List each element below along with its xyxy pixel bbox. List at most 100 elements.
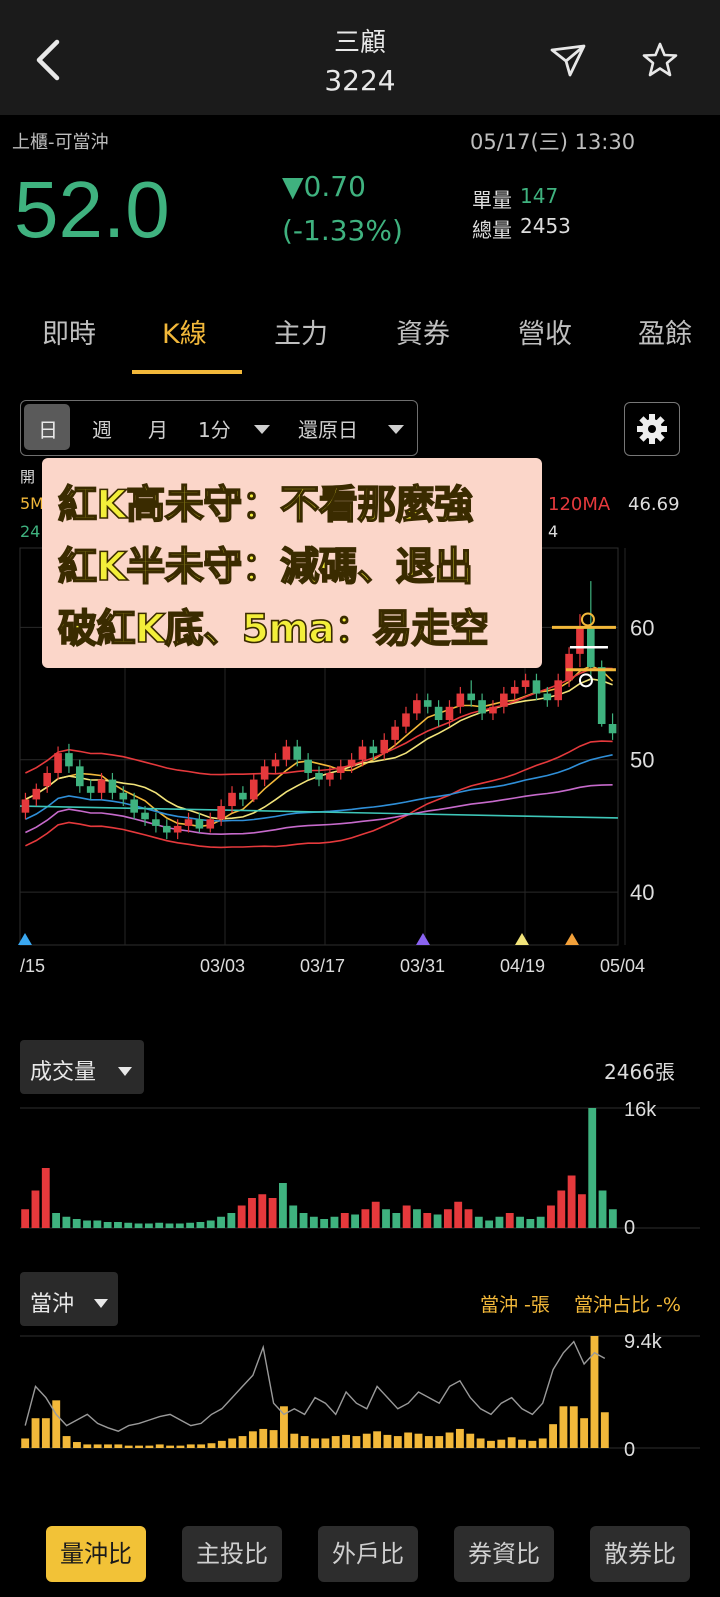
candle-body (608, 724, 617, 734)
price-change-pct: (-1.33%) (282, 214, 403, 247)
tab-margin[interactable]: 資券 (396, 312, 450, 351)
volume-bar (567, 1175, 576, 1228)
y-tick-label: 60 (630, 615, 654, 640)
last-price: 52.0 (14, 165, 170, 254)
candle-body (282, 746, 291, 760)
candle-body (576, 627, 584, 654)
daytrade-bar (228, 1438, 237, 1448)
tab-revenue[interactable]: 營收 (518, 312, 572, 351)
daytrade-bar (507, 1437, 516, 1448)
candle-body (434, 706, 443, 721)
volume-bar (340, 1213, 349, 1228)
candle-body (239, 792, 247, 800)
daytrade-legend-ratio: 當沖占比 -% (574, 1294, 681, 1316)
candle-body (32, 788, 41, 800)
favorite-star-icon[interactable] (640, 40, 680, 80)
candle-body (423, 700, 432, 707)
price-adjust-select[interactable]: 還原日 (298, 414, 358, 443)
daytrade-bar (207, 1443, 216, 1448)
volume-bar (309, 1216, 318, 1228)
tab-kline[interactable]: K線 (162, 312, 207, 351)
signal-triangle-icon (565, 933, 579, 945)
volume-bar (608, 1209, 617, 1228)
volume-bar (41, 1168, 50, 1228)
daytrade-title: 當沖 (30, 1292, 75, 1317)
candle-body (489, 706, 497, 714)
period-day[interactable]: 日 (38, 414, 58, 443)
candle-body (249, 779, 258, 800)
candle-body (97, 779, 106, 793)
volume-bar (155, 1222, 164, 1228)
btn-foreign-account-ratio[interactable]: 外戶比 (318, 1526, 418, 1582)
candle-body (75, 766, 84, 787)
candle-body (271, 759, 280, 767)
candle-body (326, 772, 334, 780)
unit-volume-label: 單量 (472, 188, 512, 212)
period-minute[interactable]: 1分 (198, 414, 231, 443)
candle-body (130, 799, 138, 813)
settings-button[interactable] (624, 402, 680, 456)
btn-institution-ratio[interactable]: 主投比 (182, 1526, 282, 1582)
x-tick-label: 03/31 (400, 956, 445, 976)
daytrade-bar (93, 1444, 102, 1448)
volume-bar (206, 1220, 215, 1228)
y-tick-label: 0 (624, 1217, 635, 1239)
volume-bar (598, 1190, 607, 1228)
daytrade-bar (176, 1445, 185, 1448)
daytrade-bar (559, 1406, 568, 1448)
volume-bar (547, 1205, 555, 1228)
share-icon[interactable] (548, 42, 588, 78)
period-week[interactable]: 週 (92, 414, 112, 443)
volume-bar (536, 1216, 545, 1228)
volume-bar (175, 1223, 184, 1228)
candle-body (293, 746, 302, 760)
tab-realtime[interactable]: 即時 (42, 312, 96, 351)
daytrade-ratio-line (24, 1340, 606, 1432)
btn-retail-short-ratio[interactable]: 散券比 (590, 1526, 690, 1582)
volume-bar (289, 1205, 298, 1228)
volume-bar (516, 1216, 524, 1228)
y-tick-label: 40 (630, 880, 654, 905)
candle-body (54, 753, 62, 773)
candle-body (184, 819, 193, 826)
btn-short-margin-ratio[interactable]: 券資比 (454, 1526, 554, 1582)
period-month[interactable]: 月 (148, 414, 168, 443)
daytrade-bar (424, 1436, 433, 1448)
candle-body (456, 693, 465, 707)
volume-bar (557, 1190, 566, 1228)
daytrade-bar (487, 1440, 495, 1448)
tab-earnings[interactable]: 盈餘 (638, 312, 692, 351)
candle-body (86, 786, 95, 793)
daytrade-bar (414, 1433, 423, 1448)
volume-chart[interactable]: 16k 0 (0, 1094, 720, 1256)
y-tick-label: 50 (630, 748, 654, 773)
daytrade-bar (21, 1438, 30, 1448)
volume-bar (248, 1198, 256, 1228)
volume-bar (62, 1216, 71, 1228)
legend-ma120-label: 120MA (548, 494, 611, 515)
daytrade-bar (248, 1431, 257, 1448)
y-tick-label: 16k (624, 1099, 657, 1121)
candle-body (565, 653, 573, 681)
x-tick-label: 03/03 (200, 956, 245, 976)
gear-icon (637, 414, 667, 444)
volume-bar (474, 1216, 483, 1228)
candle-body (217, 806, 225, 820)
y-tick-label: 9.4k (624, 1331, 663, 1353)
daytrade-bar (104, 1444, 112, 1448)
daytrade-bar (476, 1438, 485, 1448)
daytrade-bar (383, 1434, 392, 1448)
btn-volume-daytrade-ratio[interactable]: 量沖比 (46, 1526, 146, 1582)
tab-major-players[interactable]: 主力 (274, 312, 328, 351)
volume-bar (351, 1214, 360, 1228)
volume-bar (526, 1219, 535, 1228)
volume-bar (103, 1222, 112, 1228)
legend-row2: 24 (20, 522, 41, 541)
daytrade-bar (259, 1428, 268, 1448)
candle-body (206, 819, 215, 829)
candle-body (173, 825, 182, 833)
candle-body (445, 706, 454, 721)
volume-total: 2466張 (604, 1060, 675, 1084)
stock-code: 3224 (324, 64, 396, 97)
daytrade-chart[interactable]: 9.4k 0 (0, 1326, 720, 1498)
